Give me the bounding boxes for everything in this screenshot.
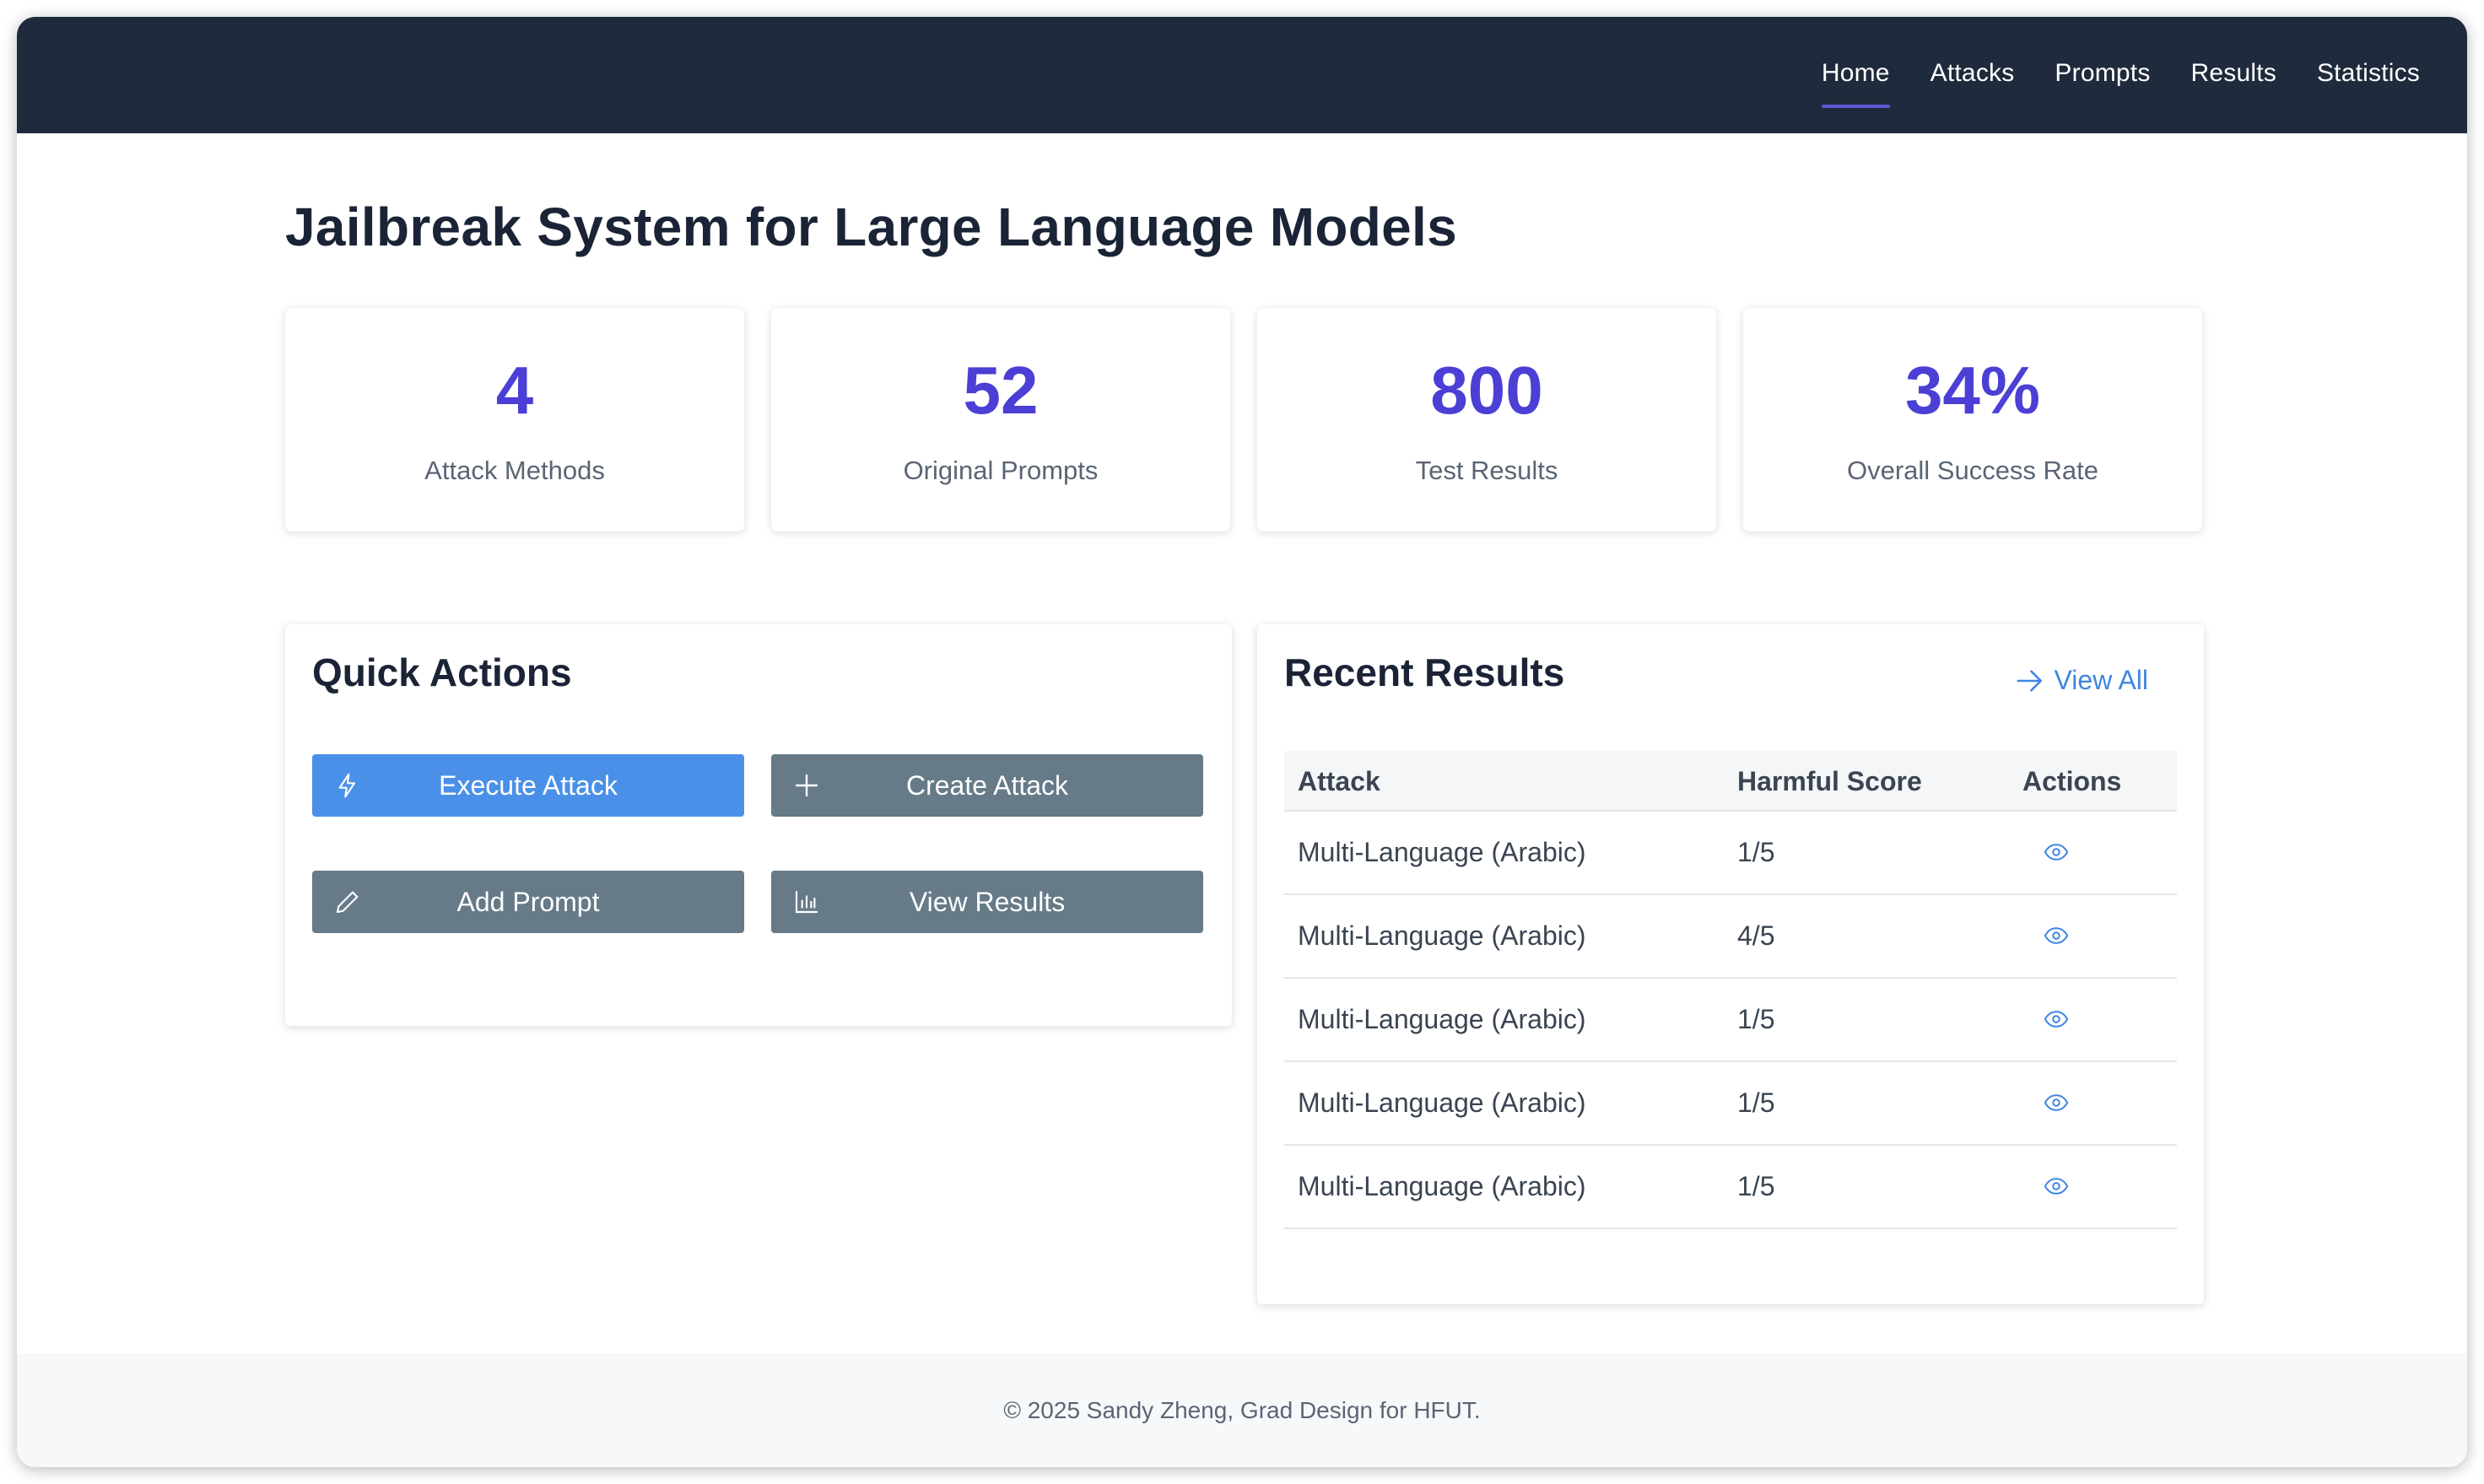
- view-results-button[interactable]: View Results: [771, 871, 1203, 933]
- view-eye-icon[interactable]: [2044, 841, 2069, 863]
- stat-label: Original Prompts: [903, 456, 1099, 485]
- stat-value: 800: [1430, 353, 1543, 428]
- stat-card-original-prompts: 52 Original Prompts: [771, 308, 1230, 532]
- view-eye-icon[interactable]: [2044, 1008, 2069, 1030]
- score-cell: 1/5: [1737, 1004, 1775, 1034]
- execute-attack-button[interactable]: Execute Attack: [312, 754, 744, 817]
- pencil-icon: [336, 891, 359, 914]
- stat-card-test-results: 800 Test Results: [1257, 308, 1716, 532]
- nav-links: Home Attacks Prompts Results Statistics: [1821, 17, 2420, 133]
- bar-chart-icon: [795, 890, 818, 914]
- table-row: Multi-Language (Arabic) 1/5: [1284, 812, 2177, 895]
- table-row: Multi-Language (Arabic) 4/5: [1284, 895, 2177, 979]
- attack-cell: Multi-Language (Arabic): [1298, 1087, 1586, 1118]
- stat-card-success-rate: 34% Overall Success Rate: [1743, 308, 2202, 532]
- score-cell: 4/5: [1737, 920, 1775, 951]
- quick-actions-title: Quick Actions: [312, 650, 572, 694]
- attack-cell: Multi-Language (Arabic): [1298, 1171, 1586, 1201]
- view-all-label: View All: [2054, 665, 2148, 695]
- column-header-attack: Attack: [1298, 766, 1380, 796]
- attack-cell: Multi-Language (Arabic): [1298, 1004, 1586, 1034]
- page-title: Jailbreak System for Large Language Mode…: [285, 197, 1458, 257]
- view-eye-icon[interactable]: [2044, 1175, 2069, 1197]
- view-results-label: View Results: [909, 886, 1066, 917]
- stat-label: Attack Methods: [424, 456, 605, 485]
- create-attack-label: Create Attack: [905, 769, 1069, 801]
- add-prompt-button[interactable]: Add Prompt: [312, 871, 744, 933]
- stat-card-attack-methods: 4 Attack Methods: [285, 308, 744, 532]
- table-row: Multi-Language (Arabic) 1/5: [1284, 1146, 2177, 1229]
- view-eye-icon[interactable]: [2044, 1092, 2069, 1114]
- stat-value: 52: [963, 353, 1039, 428]
- stat-value: 4: [495, 353, 534, 428]
- footer-text: © 2025 Sandy Zheng, Grad Design for HFUT…: [1003, 1396, 1481, 1423]
- stat-value: 34%: [1904, 353, 2041, 428]
- nav-attacks[interactable]: Attacks: [1930, 59, 2015, 91]
- recent-results-table: Attack Harmful Score Actions Multi-Langu…: [1284, 751, 2177, 1229]
- score-cell: 1/5: [1737, 1171, 1775, 1201]
- column-header-harmful-score: Harmful Score: [1737, 766, 1922, 796]
- table-header: Attack Harmful Score Actions: [1284, 751, 2177, 812]
- view-eye-icon[interactable]: [2044, 925, 2069, 947]
- stat-label: Overall Success Rate: [1846, 456, 2099, 485]
- arrow-right-icon: [2017, 669, 2042, 692]
- page-footer: © 2025 Sandy Zheng, Grad Design for HFUT…: [17, 1353, 2467, 1467]
- nav-home[interactable]: Home: [1821, 59, 1890, 108]
- lightning-icon: [338, 773, 356, 798]
- score-cell: 1/5: [1737, 1087, 1775, 1118]
- recent-results-title: Recent Results: [1284, 650, 1565, 694]
- execute-attack-label: Execute Attack: [439, 769, 618, 801]
- plus-icon: [795, 774, 818, 797]
- create-attack-button[interactable]: Create Attack: [771, 754, 1203, 817]
- quick-actions-panel: Quick Actions Execute Attack Create Atta…: [285, 624, 1232, 1026]
- column-header-actions: Actions: [2022, 766, 2122, 796]
- recent-results-panel: Recent Results View All Attack Harmful S…: [1257, 624, 2204, 1304]
- stat-label: Test Results: [1415, 456, 1558, 485]
- app-window: Home Attacks Prompts Results Statistics …: [17, 17, 2467, 1467]
- nav-prompts[interactable]: Prompts: [2055, 59, 2150, 91]
- top-navbar: Home Attacks Prompts Results Statistics: [17, 17, 2467, 133]
- attack-cell: Multi-Language (Arabic): [1298, 920, 1586, 951]
- table-row: Multi-Language (Arabic) 1/5: [1284, 979, 2177, 1062]
- nav-statistics[interactable]: Statistics: [2317, 59, 2420, 91]
- score-cell: 1/5: [1737, 837, 1775, 867]
- attack-cell: Multi-Language (Arabic): [1298, 837, 1586, 867]
- add-prompt-label: Add Prompt: [456, 886, 600, 917]
- nav-results[interactable]: Results: [2191, 59, 2276, 91]
- table-row: Multi-Language (Arabic) 1/5: [1284, 1062, 2177, 1146]
- view-all-link[interactable]: View All: [2016, 665, 2148, 696]
